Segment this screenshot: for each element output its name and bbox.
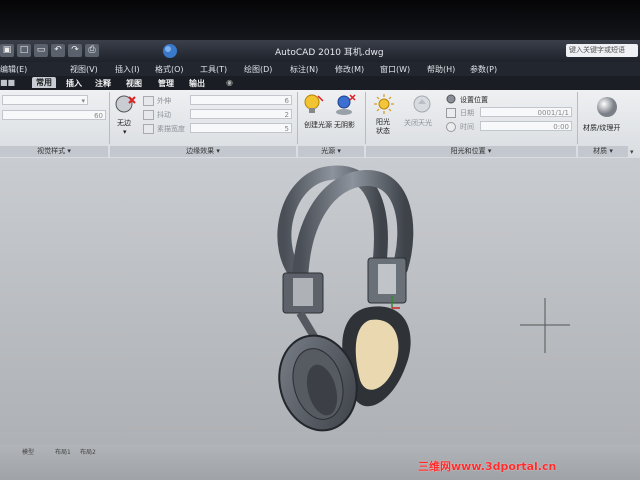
menu-window[interactable]: 窗口(W) — [380, 64, 410, 75]
material-sphere-icon[interactable] — [596, 96, 618, 118]
no-edge-label[interactable]: 无边 — [117, 118, 131, 128]
menu-bar: 编辑(E) 视图(V) 插入(I) 格式(O) 工具(T) 绘图(D) 标注(N… — [0, 62, 640, 76]
panel-title-sun-location[interactable]: 阳光和位置 ▾ — [366, 146, 576, 157]
panel-title-edge-effects[interactable]: 边缘效果 ▾ — [110, 146, 296, 157]
menu-insert[interactable]: 插入(I) — [115, 64, 140, 75]
menu-draw[interactable]: 绘图(D) — [244, 64, 272, 75]
tab-manage[interactable]: 管理 — [158, 78, 174, 89]
app-menu-icon[interactable]: ▣ — [0, 44, 14, 57]
title-bar: ▣ □ ▭ ↶ ↷ ⎙ AutoCAD 2010 耳机.dwg 键入关键字或短语 — [0, 40, 640, 62]
date-label: 日期 — [460, 109, 474, 117]
panel-separator-3 — [365, 92, 366, 144]
materials-label[interactable]: 材质/纹理开 — [583, 123, 620, 133]
menu-view[interactable]: 视图(V) — [70, 64, 98, 75]
panel-title-lights[interactable]: 光源 ▾ — [298, 146, 364, 157]
ribbon: ▾ 60 视觉样式 ▾ 无边 ▾ 外伸 6 抖动 2 素描宽度 5 边缘效果 ▾… — [0, 90, 640, 159]
layout-tab-2[interactable]: 布局2 — [80, 447, 96, 456]
tab-annotate[interactable]: 注释 — [95, 78, 111, 89]
visual-style-dropdown[interactable]: ▾ — [2, 95, 88, 105]
layout-tab-1[interactable]: 布局1 — [55, 447, 71, 456]
plot-icon[interactable]: ⎙ — [85, 44, 99, 57]
sky-label[interactable]: 关闭天光 — [404, 118, 432, 128]
sketch-width-icon — [143, 124, 154, 134]
create-light-label[interactable]: 创建光源 — [304, 120, 332, 130]
time-field[interactable]: 0:00 — [480, 121, 572, 131]
undo-icon[interactable]: ↶ — [51, 44, 65, 57]
menu-tools[interactable]: 工具(T) — [200, 64, 227, 75]
new-file-icon[interactable]: □ — [17, 44, 31, 57]
tab-view[interactable]: 视图 — [126, 78, 142, 89]
date-icon — [446, 108, 456, 118]
menu-dimension[interactable]: 标注(N) — [290, 64, 318, 75]
edge-row-value-1[interactable]: 6 — [190, 95, 292, 105]
menu-help[interactable]: 帮助(H) — [427, 64, 455, 75]
menu-format[interactable]: 格式(O) — [155, 64, 184, 75]
layout-tab-model[interactable]: 模型 — [22, 447, 34, 456]
set-location-label[interactable]: 设置位置 — [460, 95, 488, 105]
panel-separator-2 — [297, 92, 298, 144]
no-edge-icon[interactable] — [114, 94, 136, 114]
time-label: 时间 — [460, 123, 474, 131]
sky-icon[interactable] — [410, 94, 434, 114]
set-location-icon[interactable] — [446, 94, 456, 104]
edge-row-label-3: 素描宽度 — [157, 125, 185, 133]
no-shadow-icon[interactable] — [334, 93, 356, 117]
visual-style-value[interactable]: 60 — [2, 110, 106, 120]
edge-row-value-3[interactable]: 5 — [190, 123, 292, 133]
site-watermark: 三维网www.3dportal.cn — [418, 460, 557, 473]
panel-title-visual-styles[interactable]: 视觉样式 ▾ — [0, 146, 108, 157]
ribbon-tab-bar: ■■ 常用 插入 注释 视图 管理 输出 ◉ — [0, 76, 640, 90]
panel-separator-4 — [577, 92, 578, 144]
sun-status-label[interactable]: 阳光状态 — [376, 118, 396, 136]
create-light-icon[interactable] — [303, 93, 325, 117]
menu-parameters[interactable]: 参数(P) — [470, 64, 497, 75]
monitor-bezel — [0, 0, 640, 40]
tab-home[interactable]: 常用 — [32, 77, 56, 88]
menu-edit[interactable]: 编辑(E) — [0, 64, 27, 75]
jitter-icon-2 — [143, 110, 154, 120]
panel-separator — [109, 92, 110, 144]
tab-insert[interactable]: 插入 — [66, 78, 82, 89]
headphones-model — [277, 165, 570, 432]
drawing-viewport[interactable] — [0, 158, 640, 445]
panel-collapse-icon[interactable]: ▾ — [630, 148, 634, 156]
window-title: AutoCAD 2010 耳机.dwg — [275, 48, 384, 58]
date-field[interactable]: 0001/1/1 — [480, 107, 572, 117]
menu-modify[interactable]: 修改(M) — [335, 64, 364, 75]
panel-title-materials[interactable]: 材质 ▾ — [578, 146, 628, 157]
quick-access-toolbar: ▣ □ ▭ ↶ ↷ ⎙ — [0, 44, 99, 57]
tab-extra-icon[interactable]: ◉ — [226, 78, 233, 87]
open-file-icon[interactable]: ▭ — [34, 44, 48, 57]
redo-icon[interactable]: ↷ — [68, 44, 82, 57]
tab-output[interactable]: 输出 — [189, 78, 205, 89]
edge-row-value-2[interactable]: 2 — [190, 109, 292, 119]
time-icon — [446, 122, 456, 132]
tab-fragment[interactable]: ■■ — [0, 78, 15, 87]
search-input[interactable]: 键入关键字或短语 — [566, 44, 638, 57]
jitter-icon — [143, 96, 154, 106]
edge-row-label-2: 抖动 — [157, 111, 171, 119]
workspace-globe-icon[interactable] — [162, 43, 178, 59]
sun-status-icon[interactable] — [374, 94, 394, 114]
no-edge-dropdown-icon[interactable]: ▾ — [123, 128, 127, 136]
crosshair-cursor — [520, 298, 570, 353]
edge-row-label-1: 外伸 — [157, 97, 171, 105]
no-shadow-label[interactable]: 无阴影 — [334, 120, 355, 130]
